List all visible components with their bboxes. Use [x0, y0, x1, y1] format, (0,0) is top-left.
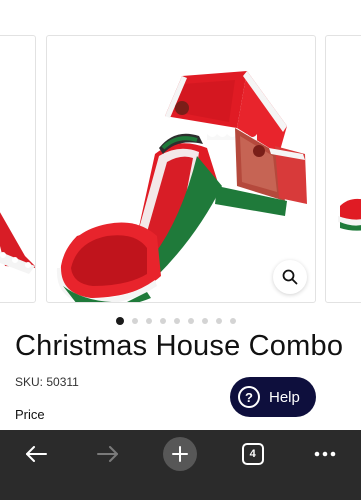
arrow-left-icon — [26, 446, 48, 462]
carousel-dot[interactable] — [115, 317, 124, 325]
zoom-button[interactable] — [273, 260, 307, 294]
next-slide-image[interactable] — [325, 35, 361, 303]
menu-button[interactable] — [289, 435, 361, 473]
product-title: Christmas House Combo — [15, 330, 344, 362]
browser-toolbar: 4 — [0, 430, 361, 500]
arrow-right-icon — [97, 446, 119, 462]
more-dots-icon — [314, 451, 336, 457]
back-button[interactable] — [0, 435, 72, 473]
carousel-dot[interactable] — [159, 318, 166, 324]
help-button-label: Help — [269, 388, 300, 406]
carousel-dot[interactable] — [215, 318, 222, 324]
previous-slide-image[interactable] — [0, 35, 36, 303]
carousel-dot[interactable] — [187, 318, 194, 324]
carousel-dot[interactable] — [145, 318, 152, 324]
carousel-dot[interactable] — [173, 318, 180, 324]
help-button[interactable]: ? Help — [230, 377, 316, 417]
image-carousel[interactable] — [0, 0, 361, 310]
question-circle-icon: ? — [238, 386, 260, 408]
plus-icon — [172, 446, 189, 462]
carousel-dot[interactable] — [131, 318, 138, 324]
carousel-dot[interactable] — [201, 318, 208, 324]
price-label: Price — [15, 407, 45, 422]
tab-switcher-button[interactable]: 4 — [217, 435, 289, 473]
product-sku: SKU: 50311 — [15, 375, 79, 389]
carousel-dot[interactable] — [229, 318, 236, 324]
new-tab-button[interactable] — [144, 435, 216, 473]
main-product-image[interactable] — [46, 35, 316, 303]
carousel-pagination — [0, 316, 361, 326]
tab-count: 4 — [241, 443, 264, 465]
forward-button[interactable] — [72, 435, 144, 473]
search-icon — [282, 269, 298, 285]
